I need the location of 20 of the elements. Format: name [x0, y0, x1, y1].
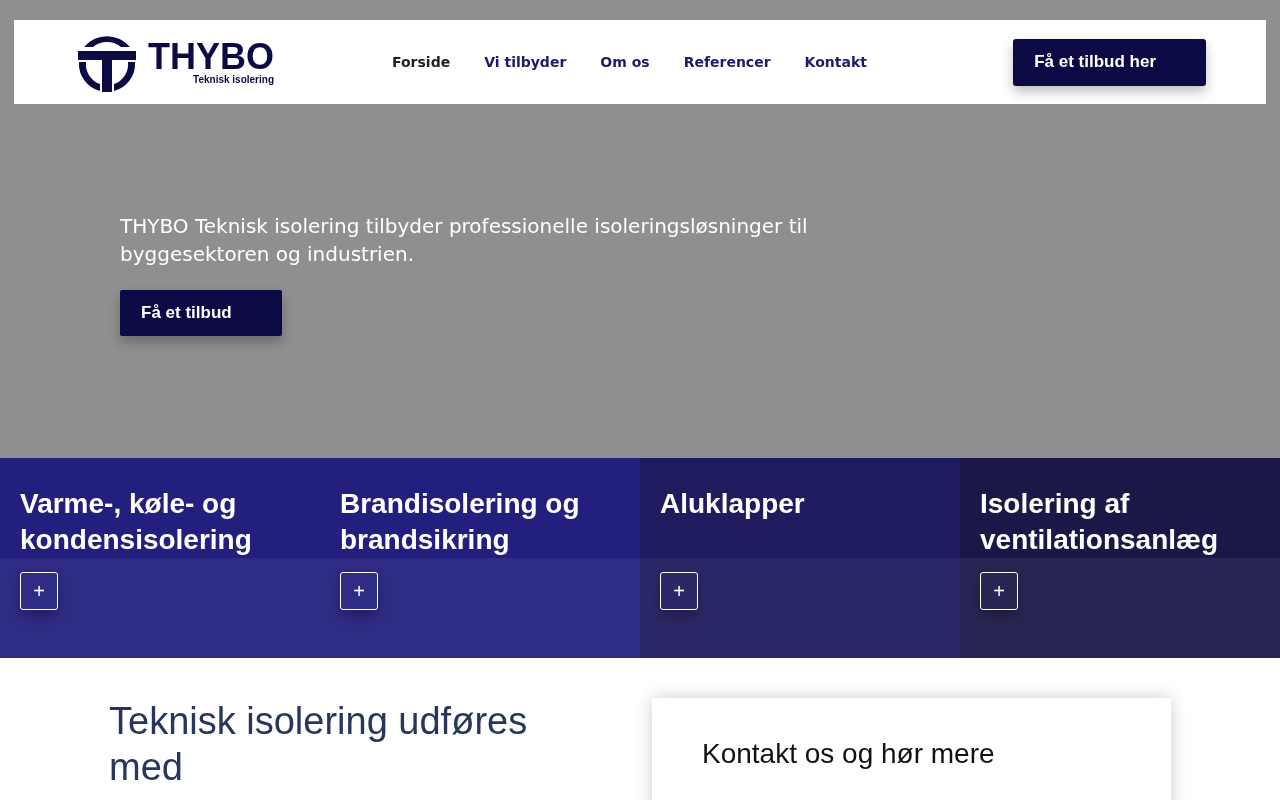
- section-heading: Teknisk isolering udføres med: [109, 699, 529, 790]
- expand-button[interactable]: +: [660, 572, 698, 610]
- expand-button[interactable]: +: [340, 572, 378, 610]
- nav-link[interactable]: Referencer: [683, 54, 771, 70]
- nav-link[interactable]: Om os: [600, 54, 650, 70]
- quote-button[interactable]: Få et tilbud: [120, 290, 282, 336]
- quote-button[interactable]: Få et tilbud her: [1013, 38, 1206, 86]
- logo-wordmark: THYBO: [148, 39, 274, 74]
- nav-link[interactable]: Forside: [392, 54, 451, 70]
- contact-title: Kontakt os og hør mere: [702, 738, 996, 770]
- service-title: Brandisolering og brandsikring: [340, 487, 581, 557]
- expand-button[interactable]: +: [980, 572, 1018, 610]
- nav-link[interactable]: Vi tilbyder: [484, 54, 567, 70]
- logo-tagline: Teknisk isolering: [193, 73, 274, 85]
- service-title: Aluklapper: [660, 487, 805, 521]
- nav-link[interactable]: Kontakt: [804, 54, 867, 70]
- expand-button[interactable]: +: [20, 572, 58, 610]
- service-title: Isolering af ventilationsanlæg: [980, 487, 1220, 557]
- service-title: Varme-, køle- og kondensisolering: [20, 487, 253, 557]
- hero-text: THYBO Teknisk isolering tilbyder professionelle isoleringsløsninger til byggesektoren og industrien.: [120, 213, 809, 268]
